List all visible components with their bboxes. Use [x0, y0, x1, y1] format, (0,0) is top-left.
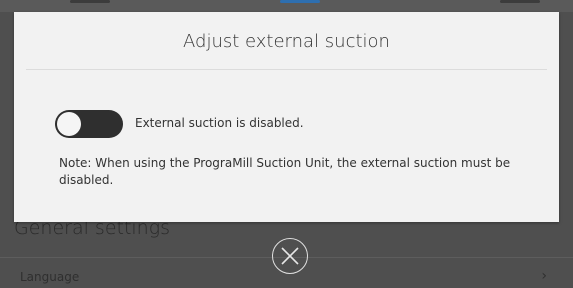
dialog-title: Adjust external suction [183, 31, 390, 52]
external-suction-toggle[interactable] [55, 110, 123, 138]
background-header-detail [70, 0, 110, 3]
dialog-divider [26, 69, 547, 70]
close-button[interactable] [272, 238, 308, 274]
close-circle-icon [281, 247, 299, 265]
adjust-external-suction-dialog: Adjust external suction External suction… [14, 12, 559, 222]
background-header-accent [280, 0, 320, 3]
suction-status-label: External suction is disabled. [135, 116, 304, 130]
toggle-knob [57, 112, 81, 136]
language-row-label: Language [20, 270, 80, 284]
chevron-right-icon: › [541, 268, 547, 284]
suction-note: Note: When using the PrograMill Suction … [59, 156, 511, 187]
background-header-strip [0, 0, 573, 12]
background-header-detail [500, 0, 540, 3]
